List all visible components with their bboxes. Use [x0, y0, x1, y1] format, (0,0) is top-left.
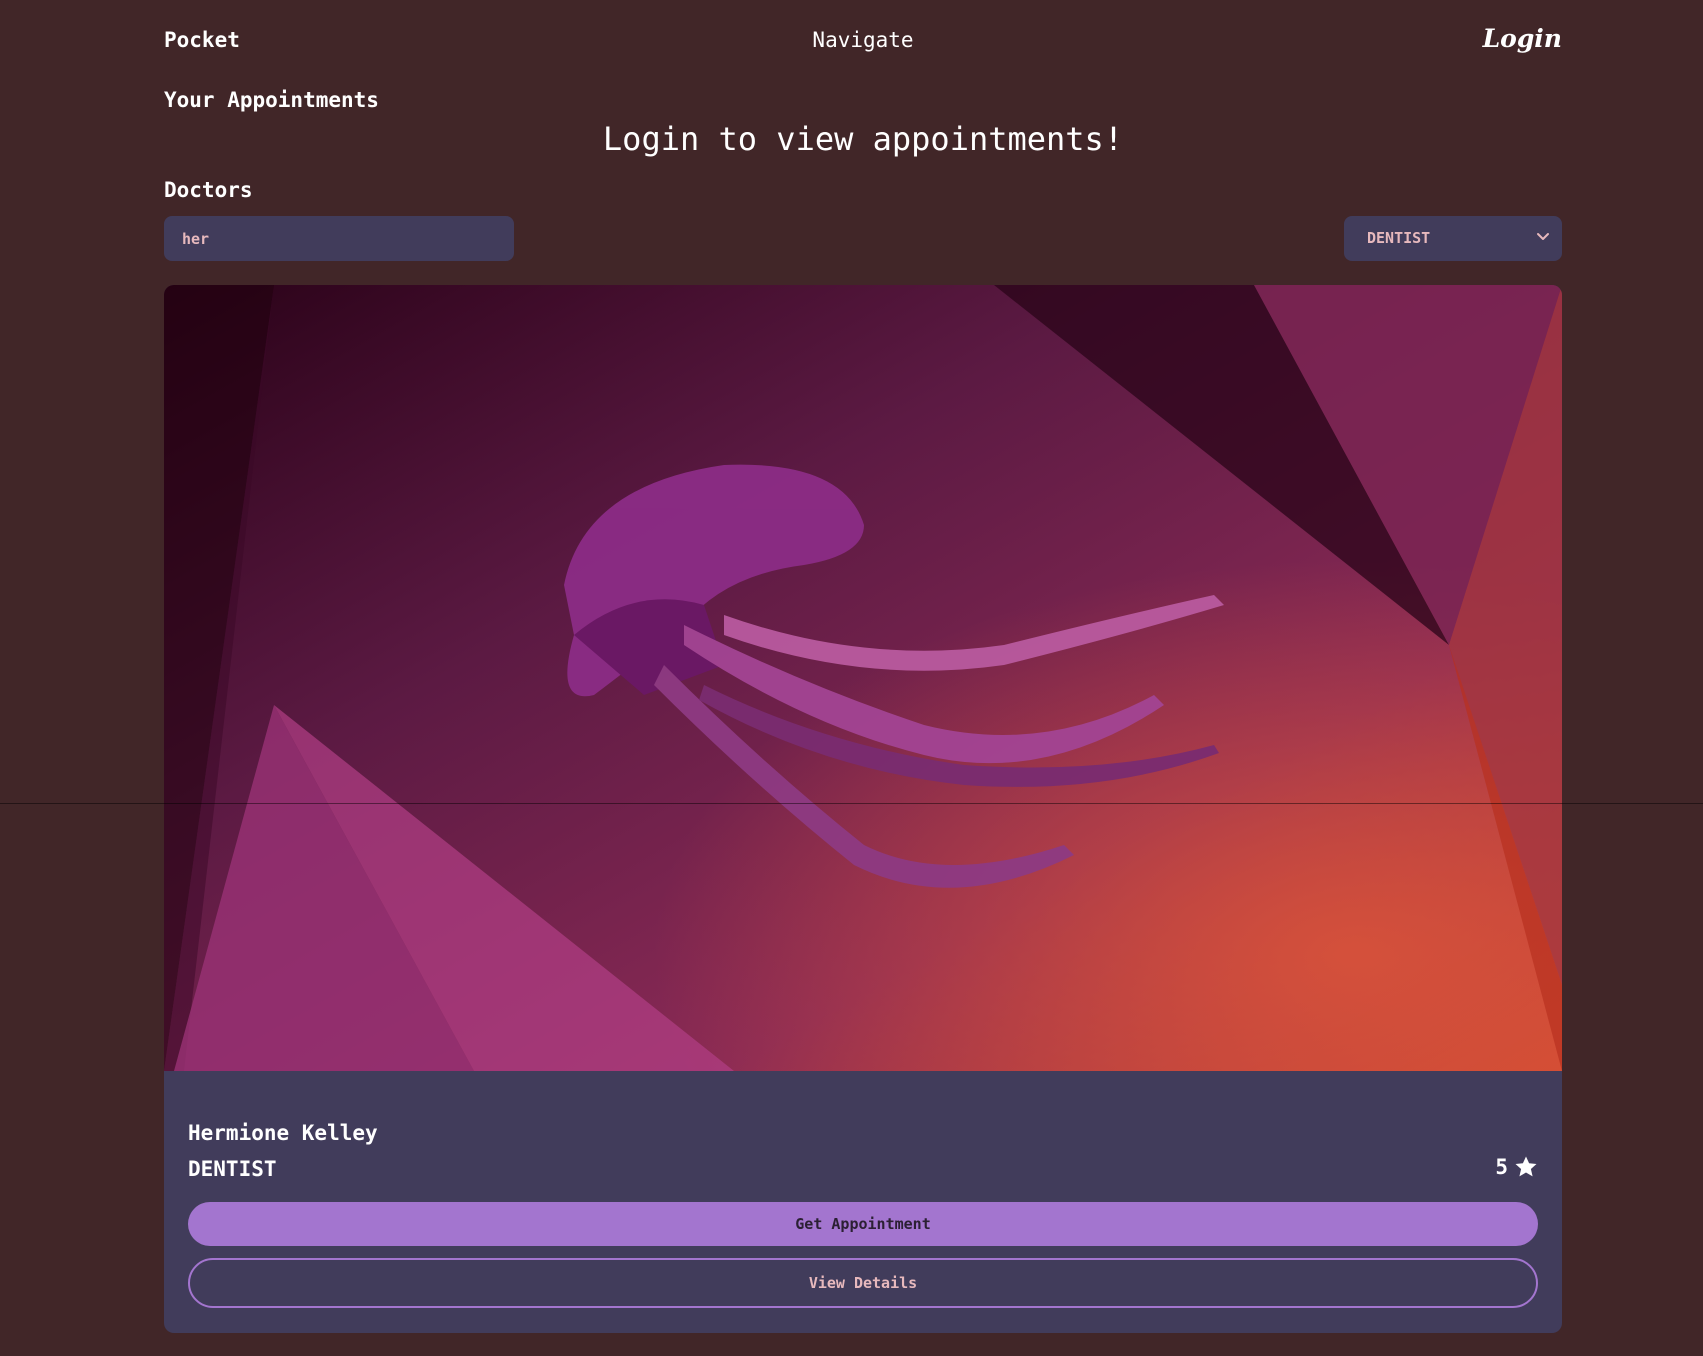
main-container: Pocket Navigate Login Your Appointments …	[164, 0, 1562, 1333]
specialty-select[interactable]: DENTIST	[1344, 216, 1562, 261]
rating-value: 5	[1495, 1155, 1508, 1179]
brand-link[interactable]: Pocket	[164, 28, 240, 52]
doctor-card-body: Hermione Kelley DENTIST 5 Get Appointmen…	[164, 1071, 1562, 1333]
doctor-specialty: DENTIST	[188, 1157, 277, 1181]
doctors-heading: Doctors	[164, 178, 253, 202]
view-details-button[interactable]: View Details	[188, 1258, 1538, 1308]
navigate-menu[interactable]: Navigate	[812, 28, 913, 52]
doctor-card: Hermione Kelley DENTIST 5 Get Appointmen…	[164, 285, 1562, 1333]
doctor-image	[164, 285, 1562, 1071]
doctor-rating: 5	[1495, 1155, 1538, 1179]
specialty-select-value: DENTIST	[1367, 229, 1431, 247]
login-link[interactable]: Login	[1483, 24, 1562, 53]
page: Pocket Navigate Login Your Appointments …	[0, 0, 1703, 1356]
doctor-search-input[interactable]	[164, 216, 514, 261]
get-appointment-button[interactable]: Get Appointment	[188, 1202, 1538, 1246]
doctor-name: Hermione Kelley	[188, 1121, 378, 1145]
divider-line	[0, 803, 1703, 804]
chevron-down-icon	[1537, 233, 1549, 240]
navbar: Pocket Navigate Login	[164, 0, 1562, 84]
login-prompt-message: Login to view appointments!	[602, 120, 1124, 158]
star-icon	[1515, 1156, 1537, 1177]
appointments-heading: Your Appointments	[164, 88, 379, 112]
